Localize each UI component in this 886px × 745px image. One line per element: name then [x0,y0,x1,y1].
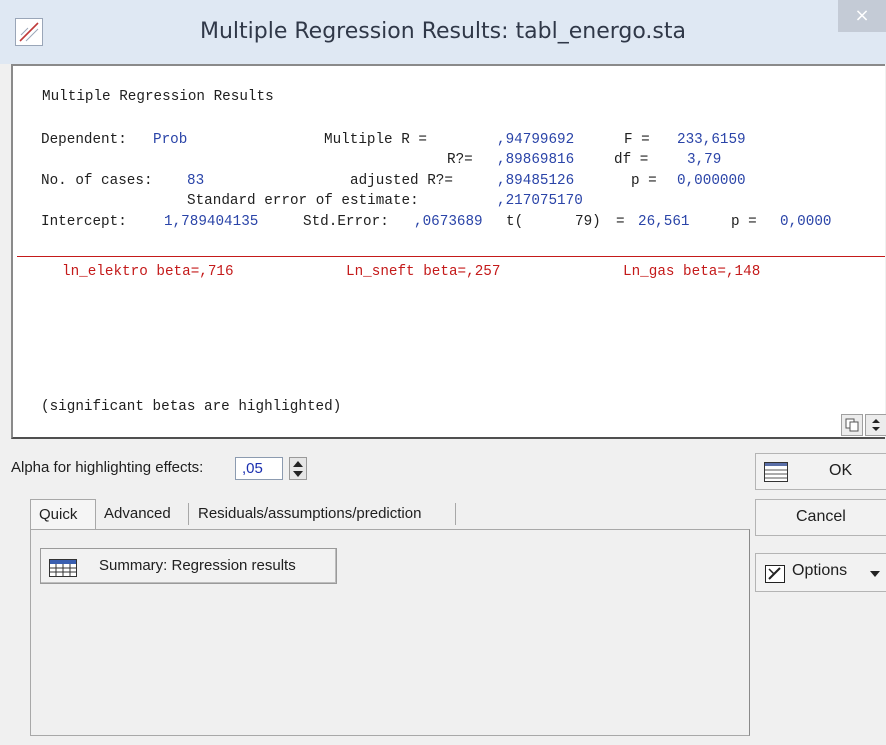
options-label: Options [792,562,848,579]
intercept-label: Intercept: [41,214,127,230]
options-area: Alpha for highlighting effects: ,05 Quic… [0,440,886,745]
r2-label: R?= [447,152,473,168]
copy-icon [845,418,859,432]
cancel-button[interactable]: Cancel [755,499,886,536]
tab-separator [188,503,189,525]
spin-down-icon[interactable] [293,471,303,477]
alpha-label: Alpha for highlighting effects: [11,459,204,476]
intercept-value: 1,789404135 [164,214,259,230]
collapse-button[interactable] [865,414,886,436]
summary-table-icon [49,559,77,577]
beta-ln-sneft: Ln_sneft beta=,257 [346,264,501,280]
regression-results-window: Multiple Regression Results: tabl_energo… [0,0,886,745]
close-icon: × [854,5,870,26]
results-divider [17,256,885,257]
multiple-r-value: ,94799692 [497,132,575,148]
spin-up-icon[interactable] [293,461,303,467]
ok-button[interactable]: OK [755,453,886,490]
ok-icon [764,462,788,482]
results-pane[interactable]: Multiple Regression Results Dependent: P… [11,64,886,439]
alpha-input[interactable]: ,05 [235,457,283,480]
options-icon [765,565,785,583]
p2-value: 0,0000 [780,214,832,230]
std-error-value: ,0673689 [414,214,483,230]
collapse-icon [872,419,880,431]
options-button[interactable]: Options [755,553,886,592]
df-value: 3,79 [687,152,722,168]
copy-button[interactable] [841,414,863,436]
p-value: 0,000000 [677,173,746,189]
t-label: t( [506,214,524,230]
t-df: 79) [575,214,601,230]
summary-results-button[interactable]: Summary: Regression results [40,548,337,584]
chevron-down-icon [870,571,880,577]
cases-label: No. of cases: [41,173,153,189]
quick-tab-panel: Summary: Regression results [30,529,750,736]
tab-quick[interactable]: Quick [30,499,96,531]
df-label: df = [614,152,649,168]
cases-value: 83 [187,173,205,189]
window-title: Multiple Regression Results: tabl_energo… [199,19,686,44]
adjusted-r2-value: ,89485126 [497,173,575,189]
beta-ln-elektro: ln_elektro beta=,716 [62,264,234,280]
dialog-buttons: OK Cancel Options [755,440,886,745]
r2-value: ,89869816 [497,152,575,168]
dependent-label: Dependent: [41,132,127,148]
beta-ln-gas: Ln_gas beta=,148 [623,264,761,280]
alpha-spinner[interactable] [289,457,307,480]
f-label: F = [624,132,650,148]
ok-label: OK [829,462,853,479]
tab-separator [455,503,456,525]
close-button[interactable]: × [838,0,886,32]
highlight-note: (significant betas are highlighted) [41,399,342,415]
title-bar[interactable]: Multiple Regression Results: tabl_energo… [0,0,886,64]
results-heading: Multiple Regression Results [42,89,274,105]
t-value: 26,561 [638,214,690,230]
p2-label: p = [731,214,757,230]
summary-results-label: Summary: Regression results [99,557,296,574]
tab-advanced[interactable]: Advanced [100,499,171,529]
standard-error-value: ,217075170 [497,193,583,209]
tab-residuals[interactable]: Residuals/assumptions/prediction [194,499,421,529]
p-label: p = [631,173,657,189]
t-equals: = [616,214,625,230]
std-error-label: Std.Error: [303,214,389,230]
multiple-r-label: Multiple R = [324,132,427,148]
dependent-value: Prob [153,132,188,148]
standard-error-label: Standard error of estimate: [187,193,419,209]
f-value: 233,6159 [677,132,746,148]
adjusted-r2-label: adjusted R?= [350,173,453,189]
cancel-label: Cancel [796,508,846,525]
